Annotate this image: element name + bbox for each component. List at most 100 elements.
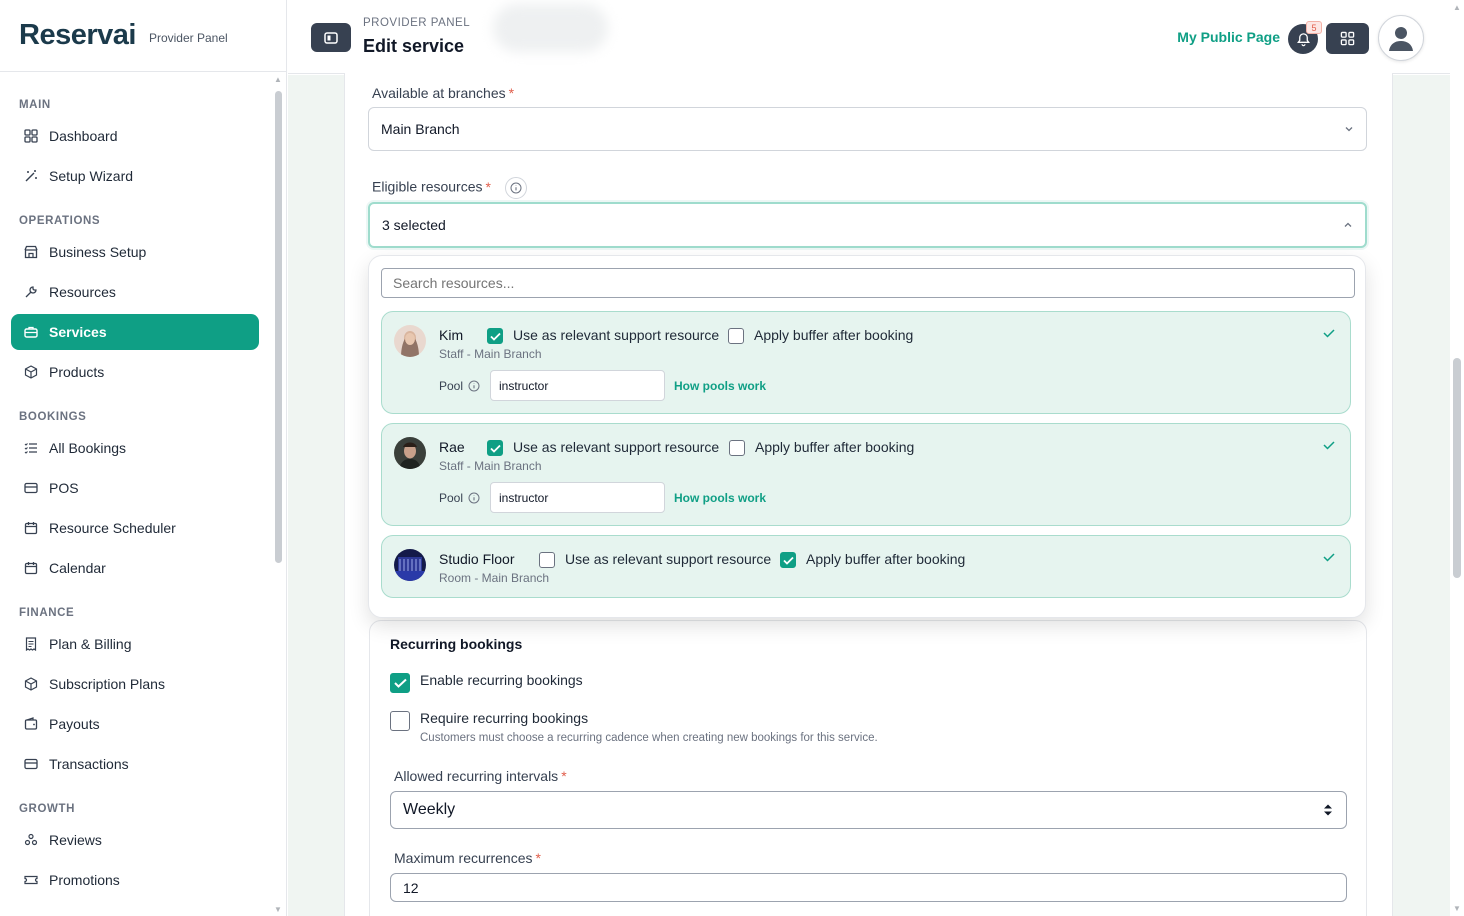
scroll-up-icon[interactable]: ▲ — [1453, 3, 1461, 12]
sidebar-item-business-setup[interactable]: Business Setup — [11, 234, 259, 270]
info-icon[interactable] — [468, 380, 480, 392]
sidebar-section-growth: GROWTH — [19, 803, 75, 815]
chevron-down-icon — [1345, 127, 1353, 132]
sidebar-item-plan-billing[interactable]: Plan & Billing — [11, 626, 259, 662]
buffer-label: Apply buffer after booking — [806, 551, 966, 567]
scroll-up-icon[interactable]: ▲ — [274, 75, 282, 84]
sidebar-item-setup-wizard[interactable]: Setup Wizard — [11, 158, 259, 194]
dashboard-icon — [23, 128, 39, 144]
support-resource-label: Use as relevant support resource — [513, 439, 720, 455]
sidebar-item-calendar[interactable]: Calendar — [11, 550, 259, 586]
chevron-up-icon — [1344, 222, 1352, 227]
sidebar-item-label: Reviews — [49, 832, 102, 848]
buffer-label: Apply buffer after booking — [755, 439, 915, 455]
resource-item-studio-floor[interactable]: Studio Floor Room - Main Branch Use as r… — [381, 535, 1351, 598]
pool-label: Pool — [439, 379, 480, 393]
sidebar-item-subscription-plans[interactable]: Subscription Plans — [11, 666, 259, 702]
max-recurrences-input[interactable]: 12 — [390, 873, 1347, 902]
buffer-checkbox[interactable] — [728, 328, 744, 344]
resource-name: Kim — [439, 327, 464, 343]
user-avatar-button[interactable] — [1378, 15, 1424, 61]
selected-check-icon — [1323, 441, 1335, 450]
sidebar-item-label: Business Setup — [49, 244, 147, 260]
apps-grid-button[interactable] — [1326, 23, 1369, 54]
support-resource-checkbox[interactable] — [487, 328, 503, 344]
sidebar-item-promotions[interactable]: Promotions — [11, 862, 259, 898]
sidebar-item-all-bookings[interactable]: All Bookings — [11, 430, 259, 466]
branches-label: Available at branches * — [372, 85, 515, 101]
sidebar-header: Reservai Provider Panel — [0, 0, 286, 72]
recurring-title: Recurring bookings — [390, 636, 523, 652]
sidebar-scrollbar[interactable]: ▲ ▼ — [273, 73, 285, 916]
sidebar-item-payouts[interactable]: Payouts — [11, 706, 259, 742]
pool-input[interactable]: instructor — [490, 482, 665, 513]
support-resource-checkbox[interactable] — [539, 552, 555, 568]
max-recurrences-value: 12 — [403, 879, 419, 896]
list-icon — [23, 440, 39, 456]
enable-recurring-checkbox[interactable] — [390, 673, 410, 693]
sidebar-item-services[interactable]: Services — [11, 314, 259, 350]
sidebar-item-reviews[interactable]: Reviews — [11, 822, 259, 858]
page-title: Edit service — [363, 36, 465, 56]
panel-tag: Provider Panel — [148, 30, 228, 45]
branches-value: Main Branch — [381, 121, 460, 137]
sidebar-item-pos[interactable]: POS — [11, 470, 259, 506]
how-pools-work-link[interactable]: How pools work — [674, 379, 766, 393]
sidebar-scroll-thumb[interactable] — [275, 91, 282, 563]
scroll-down-icon[interactable]: ▼ — [1453, 904, 1461, 913]
resource-subtitle: Room - Main Branch — [439, 571, 550, 585]
sidebar-item-label: Promotions — [49, 872, 120, 888]
logo[interactable]: Reservai — [19, 19, 136, 52]
tools-icon — [23, 284, 39, 300]
sidebar-item-resources[interactable]: Resources — [11, 274, 259, 310]
avatar — [394, 549, 426, 581]
blurred-region — [493, 4, 608, 52]
enable-recurring-label: Enable recurring bookings — [420, 672, 583, 688]
require-recurring-checkbox[interactable] — [390, 711, 410, 731]
calendar-icon — [23, 520, 39, 536]
scroll-down-icon[interactable]: ▼ — [274, 905, 282, 914]
page-scroll-thumb[interactable] — [1453, 358, 1461, 578]
grid-icon — [1340, 31, 1355, 46]
sidebar-item-products[interactable]: Products — [11, 354, 259, 390]
sidebar-toggle-button[interactable] — [311, 23, 351, 52]
info-icon[interactable] — [468, 492, 480, 504]
store-icon — [23, 244, 39, 260]
info-icon[interactable] — [504, 177, 527, 199]
sidebar: Reservai Provider Panel MAIN Dashboard Set… — [0, 0, 287, 916]
sidebar-item-dashboard[interactable]: Dashboard — [11, 118, 259, 154]
box-icon — [23, 364, 39, 380]
resource-search-input[interactable] — [381, 268, 1355, 298]
pool-label: Pool — [439, 491, 480, 505]
card-icon — [23, 480, 39, 496]
sidebar-item-transactions[interactable]: Transactions — [11, 746, 259, 782]
sort-arrows-icon — [1324, 804, 1332, 816]
page-scrollbar[interactable]: ▲ ▼ — [1450, 0, 1464, 916]
sidebar-item-label: Services — [49, 324, 107, 340]
buffer-checkbox[interactable] — [729, 440, 745, 456]
avatar — [394, 325, 426, 357]
pool-input[interactable]: instructor — [490, 370, 665, 401]
sidebar-item-label: Setup Wizard — [49, 168, 134, 184]
user-icon — [1389, 27, 1413, 51]
require-recurring-help: Customers must choose a recurring cadenc… — [420, 732, 878, 744]
resources-select[interactable]: 3 selected — [368, 202, 1367, 248]
buffer-checkbox[interactable] — [780, 552, 796, 568]
sidebar-item-resource-scheduler[interactable]: Resource Scheduler — [11, 510, 259, 546]
sidebar-item-label: All Bookings — [49, 440, 127, 456]
resources-dropdown: Kim Staff - Main Branch Use as relevant … — [368, 255, 1366, 618]
how-pools-work-link[interactable]: How pools work — [674, 491, 766, 505]
selected-check-icon — [1323, 329, 1335, 338]
support-resource-checkbox[interactable] — [487, 440, 503, 456]
resource-item-kim[interactable]: Kim Staff - Main Branch Use as relevant … — [381, 311, 1351, 414]
avatar — [394, 437, 426, 469]
resource-item-rae[interactable]: Rae Staff - Main Branch Use as relevant … — [381, 423, 1351, 526]
sidebar-section-bookings: BOOKINGS — [19, 411, 87, 423]
my-public-page-link[interactable]: My Public Page — [1177, 29, 1280, 45]
intervals-value: Weekly — [403, 801, 456, 818]
resource-name: Rae — [439, 439, 465, 455]
sidebar-item-label: Resource Scheduler — [49, 520, 176, 536]
support-resource-label: Use as relevant support resource — [565, 551, 772, 567]
branches-select[interactable]: Main Branch — [368, 107, 1367, 151]
intervals-select[interactable]: Weekly — [390, 791, 1347, 829]
